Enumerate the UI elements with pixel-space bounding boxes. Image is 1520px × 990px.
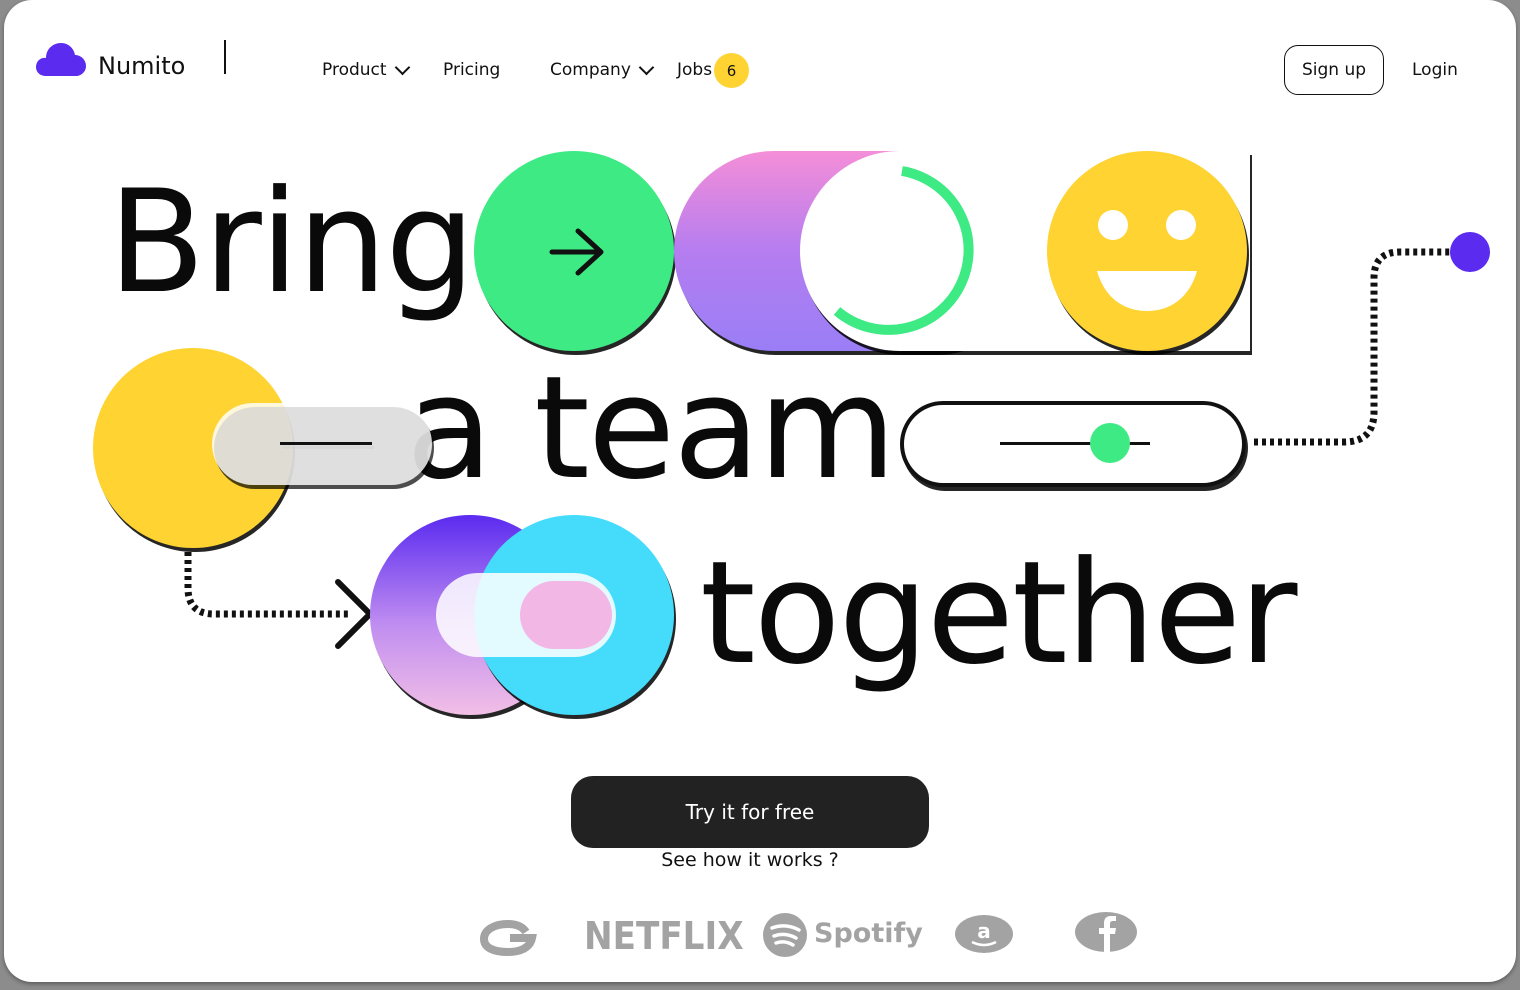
facebook-icon: [1075, 912, 1137, 952]
jobs-count: 6: [726, 61, 737, 80]
dotted-connector-left: [184, 552, 373, 649]
nav-pricing-label: Pricing: [443, 60, 501, 80]
header-divider: [224, 40, 226, 74]
chevron-down-icon: [638, 59, 655, 75]
nav-jobs[interactable]: Jobs: [677, 60, 712, 80]
smiley-face: [1047, 151, 1247, 351]
nav-jobs-label: Jobs: [677, 60, 713, 80]
see-how-label: See how it works ?: [661, 849, 839, 871]
arrow-right-icon: [549, 228, 604, 276]
login-link[interactable]: Login: [1412, 60, 1458, 80]
cloud-icon: [36, 43, 86, 76]
page-frame: Numito Product Pricing Company Jobs 6 Si…: [4, 0, 1516, 982]
nav-company[interactable]: Company: [550, 59, 655, 80]
svg-text:a: a: [977, 919, 991, 943]
hero-word-together: together: [700, 531, 1297, 696]
spotify-logo: Spotify: [814, 918, 923, 949]
translucent-slider-pill: [212, 403, 432, 485]
green-arrow-circle: [474, 151, 674, 351]
google-icon: [479, 919, 537, 957]
slider-line: [280, 442, 372, 445]
nav-pricing[interactable]: Pricing: [443, 60, 500, 80]
hero-word-a-team: a team: [406, 346, 897, 511]
pink-toggle-knob: [520, 581, 612, 649]
spotify-icon: [763, 913, 807, 957]
nav-product-label: Product: [322, 60, 387, 80]
smiley-icon: [1097, 210, 1197, 311]
netflix-logo: NETFLIX: [584, 914, 744, 958]
loading-ring-icon: [833, 166, 974, 335]
jobs-count-badge: 6: [714, 53, 749, 88]
signup-label: Sign up: [1301, 60, 1367, 80]
dotted-connector-right: [1254, 232, 1490, 446]
signup-button[interactable]: Sign up: [1284, 45, 1384, 95]
brand-name: Numito: [98, 52, 186, 80]
slider-handle[interactable]: [1090, 423, 1130, 463]
see-how-link[interactable]: See how it works ?: [571, 849, 929, 871]
outlined-slider[interactable]: [900, 401, 1246, 487]
chevron-right-icon: [335, 579, 373, 649]
amazon-icon: a: [955, 915, 1013, 953]
nav-company-label: Company: [550, 60, 631, 80]
logo[interactable]: Numito: [36, 38, 196, 82]
pink-toggle: [436, 573, 616, 657]
hero-word-bring: Bring: [108, 160, 475, 325]
login-label: Login: [1412, 60, 1458, 80]
chevron-down-icon: [394, 59, 410, 75]
nav-product[interactable]: Product: [322, 59, 410, 80]
try-free-label: Try it for free: [685, 800, 815, 824]
try-free-button[interactable]: Try it for free: [571, 776, 929, 848]
